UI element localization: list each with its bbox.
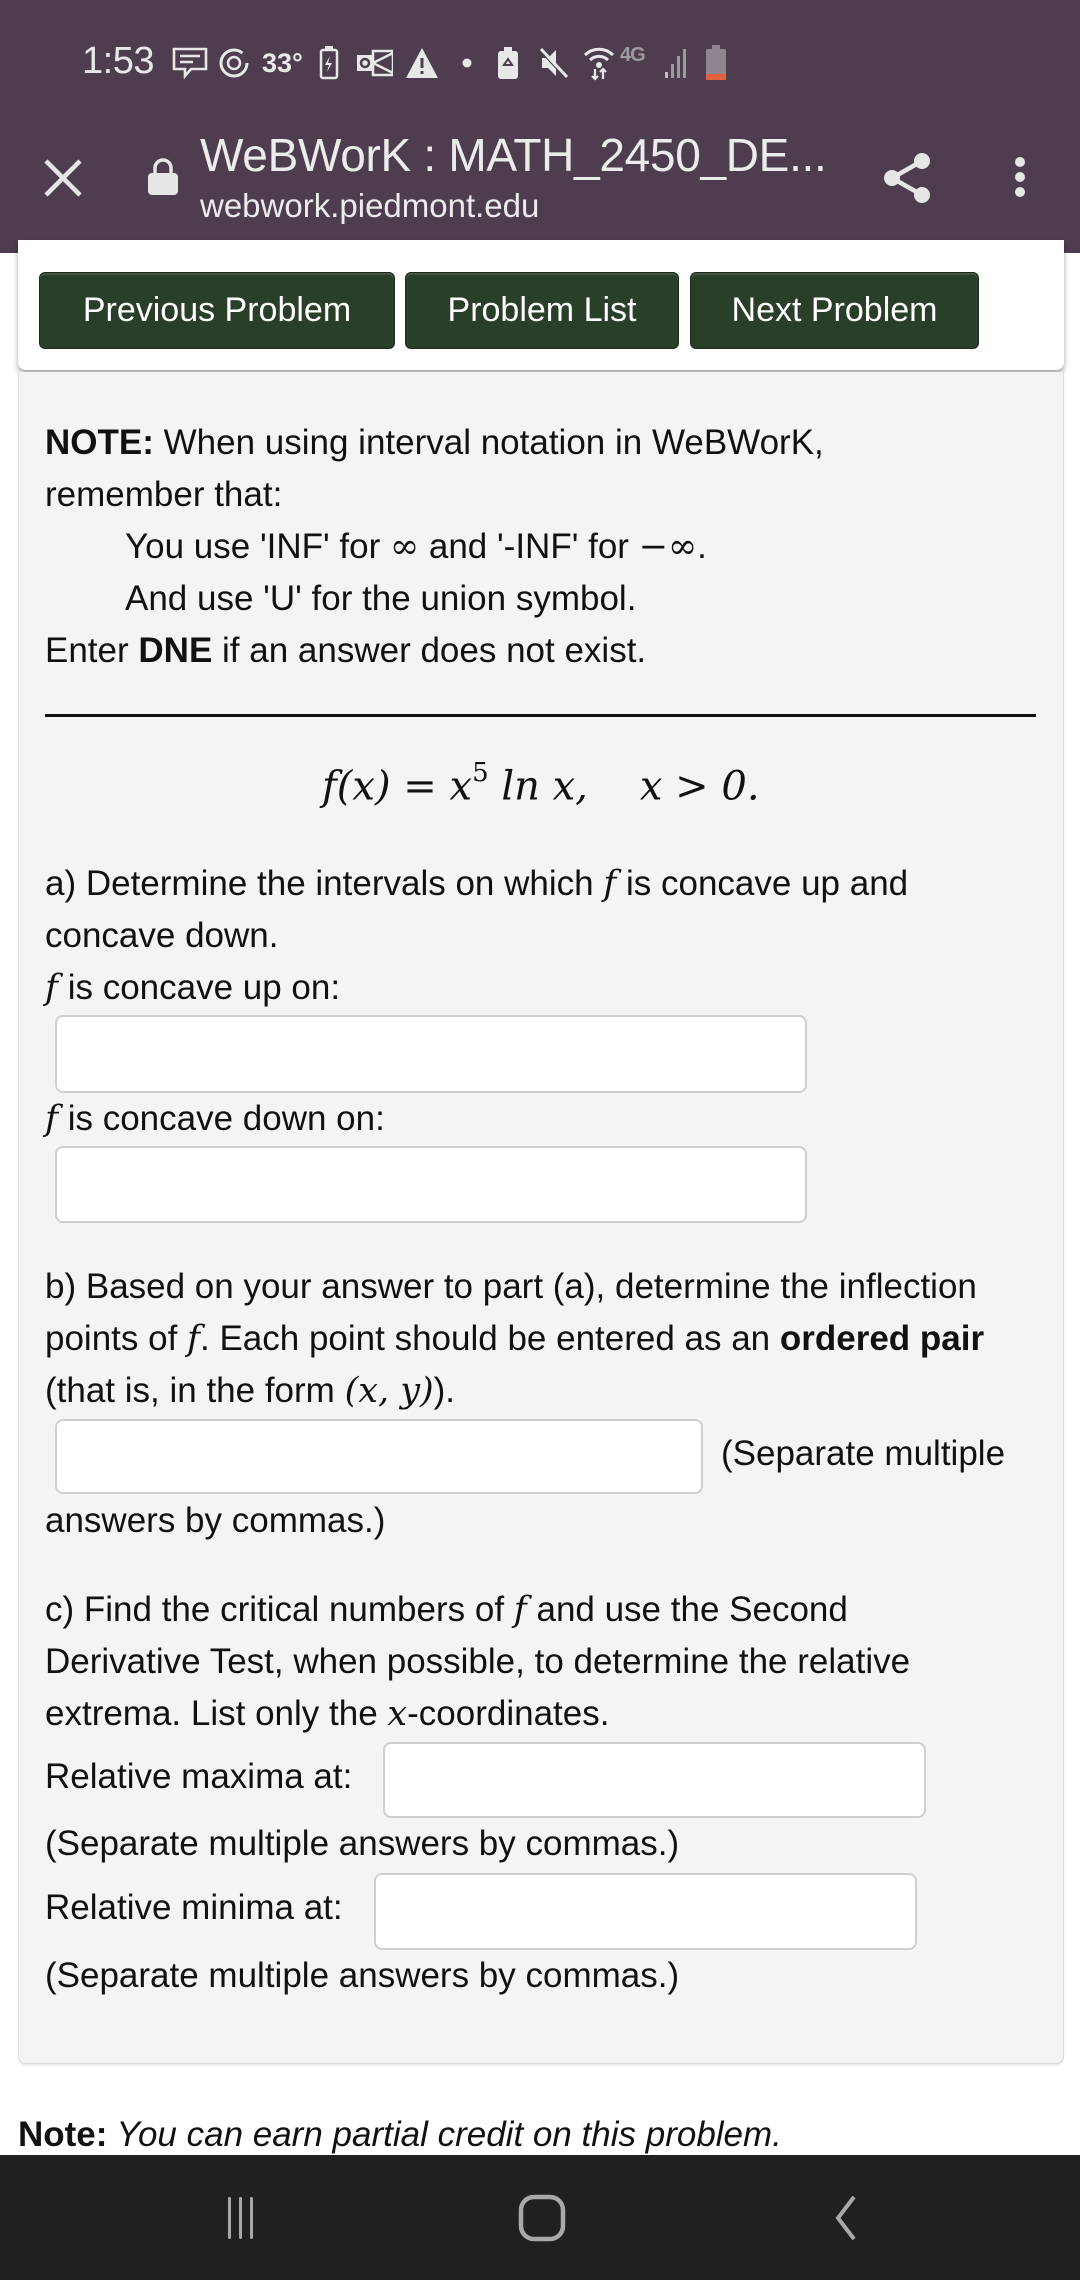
- part-c-text-d: -coordinates.: [407, 1694, 610, 1733]
- page-url: webwork.piedmont.edu: [200, 187, 540, 224]
- relative-maxima-label: Relative maxima at:: [45, 1757, 353, 1796]
- inflection-hint-a: (Separate multiple: [721, 1434, 1006, 1473]
- f-symbol: f: [513, 1590, 527, 1630]
- note-inf-text-a: You use 'INF' for: [125, 527, 390, 566]
- part-c-text-b: and use the Second: [526, 1590, 848, 1629]
- problem-list-button[interactable]: Problem List: [405, 272, 679, 349]
- battery-charging-icon: [318, 46, 340, 80]
- note-union-line: And use 'U' for the union symbol.: [125, 579, 637, 618]
- note-line-2: remember that:: [45, 475, 283, 514]
- more-vert-icon: [1015, 157, 1025, 197]
- previous-problem-button[interactable]: Previous Problem: [39, 272, 395, 349]
- share-icon: [884, 153, 930, 203]
- part-a-line-2: concave down.: [45, 916, 279, 955]
- mute-icon: [537, 46, 571, 80]
- signal-icon: [662, 46, 692, 80]
- footer-note-text: You can earn partial credit on this prob…: [107, 2115, 782, 2154]
- inflection-points-input[interactable]: [55, 1419, 703, 1494]
- back-button[interactable]: [800, 2175, 890, 2260]
- close-icon: [44, 159, 82, 197]
- network-type-label: 4G: [620, 44, 646, 66]
- part-b-line-3: (that is, in the form (x, y)).: [45, 1365, 455, 1417]
- f-symbol: f: [603, 864, 617, 904]
- note-inf-line: You use 'INF' for ∞ and '-INF' for −∞.: [125, 521, 707, 573]
- concave-up-input[interactable]: [55, 1015, 807, 1093]
- more-options-button[interactable]: [1000, 148, 1040, 208]
- part-b-line-2: points of f. Each point should be entere…: [45, 1313, 984, 1365]
- maxima-hint: (Separate multiple answers by commas.): [45, 1824, 680, 1863]
- dne-keyword: DNE: [138, 631, 213, 670]
- part-b-text-d: ).: [433, 1371, 456, 1410]
- page-title: WeBWorK : MATH_2450_DE...: [200, 129, 827, 181]
- part-b-line-1: b) Based on your answer to part (a), det…: [45, 1267, 977, 1306]
- home-button[interactable]: [497, 2175, 587, 2260]
- note-label: NOTE:: [45, 423, 154, 462]
- home-icon: [518, 2194, 566, 2241]
- note-text: When using interval notation in WeBWorK,: [153, 423, 824, 462]
- note-line-1: NOTE: When using interval notation in We…: [45, 417, 824, 469]
- infinity-symbol: ∞: [389, 527, 420, 567]
- concave-up-label-text: is concave up on:: [57, 968, 341, 1007]
- battery-low-icon: [704, 45, 728, 80]
- partial-credit-note: Note: You can earn partial credit on thi…: [18, 2115, 782, 2155]
- outlook-icon: [357, 46, 393, 80]
- inflection-hint-b: answers by commas.): [45, 1501, 386, 1540]
- concave-down-label-text: is concave down on:: [57, 1099, 385, 1138]
- formula-lhs: f(x) = x: [322, 763, 473, 810]
- sync-icon: [216, 46, 252, 80]
- lock-icon: [147, 158, 179, 196]
- next-problem-button[interactable]: Next Problem: [690, 272, 979, 349]
- message-icon: [170, 46, 210, 80]
- f-symbol: f: [45, 1099, 58, 1139]
- recents-icon: [228, 2196, 253, 2239]
- dne-line: Enter DNE if an answer does not exist.: [45, 625, 646, 677]
- relative-maxima-input[interactable]: [383, 1742, 926, 1818]
- part-c-text-c: extrema. List only the: [45, 1694, 388, 1733]
- concave-down-label: f is concave down on:: [45, 1093, 385, 1145]
- dot-icon: [460, 46, 474, 80]
- ordered-pair-math: (x, y): [344, 1371, 434, 1411]
- status-time: 1:53: [82, 40, 154, 82]
- formula-rhs: ln x,: [488, 763, 588, 810]
- part-b-text-c: (that is, in the form: [45, 1371, 345, 1410]
- function-formula: f(x) = x5 ln x, x > 0.: [322, 758, 760, 810]
- warning-icon: [404, 46, 440, 80]
- formula-exponent: 5: [472, 758, 489, 788]
- note-inf-end: .: [697, 527, 707, 566]
- part-c-line-3: extrema. List only the x-coordinates.: [45, 1688, 609, 1740]
- f-symbol: f: [187, 1319, 201, 1359]
- horizontal-rule: [45, 714, 1036, 717]
- battery-saver-icon: [496, 46, 520, 80]
- part-c-line-1: c) Find the critical numbers of f and us…: [45, 1584, 848, 1636]
- dne-text-a: Enter: [45, 631, 139, 670]
- relative-minima-label: Relative minima at:: [45, 1888, 343, 1927]
- note-inf-text-b: and '-INF' for: [419, 527, 639, 566]
- x-symbol: x: [387, 1694, 408, 1734]
- f-symbol: f: [45, 968, 58, 1008]
- part-a-text-b: is concave up and: [616, 864, 909, 903]
- part-a-line-1: a) Determine the intervals on which f is…: [45, 858, 908, 910]
- neg-infinity-symbol: −∞: [638, 527, 698, 567]
- back-icon: [835, 2195, 856, 2240]
- formula-domain: x > 0.: [639, 763, 760, 810]
- weather-temperature: 33°: [262, 48, 303, 78]
- share-button[interactable]: [878, 148, 938, 208]
- part-c-line-2: Derivative Test, when possible, to deter…: [45, 1642, 911, 1681]
- relative-minima-input[interactable]: [374, 1873, 917, 1950]
- dne-text-b: if an answer does not exist.: [212, 631, 647, 670]
- ordered-pair-emphasis: ordered pair: [779, 1319, 985, 1358]
- part-b-text-a: points of: [45, 1319, 188, 1358]
- part-c-text-a: c) Find the critical numbers of: [45, 1590, 514, 1629]
- minima-hint: (Separate multiple answers by commas.): [45, 1956, 680, 1995]
- recents-button[interactable]: [195, 2175, 285, 2260]
- concave-up-label: f is concave up on:: [45, 962, 340, 1014]
- browser-header: 1:53 33° 4G WeBWorK : MATH_2450_DE... we…: [0, 0, 1080, 253]
- part-b-text-b: . Each point should be entered as an: [200, 1319, 780, 1358]
- system-navigation-bar: [0, 2155, 1080, 2280]
- footer-note-label: Note:: [18, 2115, 108, 2154]
- part-a-text-a: a) Determine the intervals on which: [45, 864, 604, 903]
- wifi-data-icon: [582, 46, 616, 81]
- close-tab-button[interactable]: [38, 153, 88, 203]
- concave-down-input[interactable]: [55, 1146, 807, 1223]
